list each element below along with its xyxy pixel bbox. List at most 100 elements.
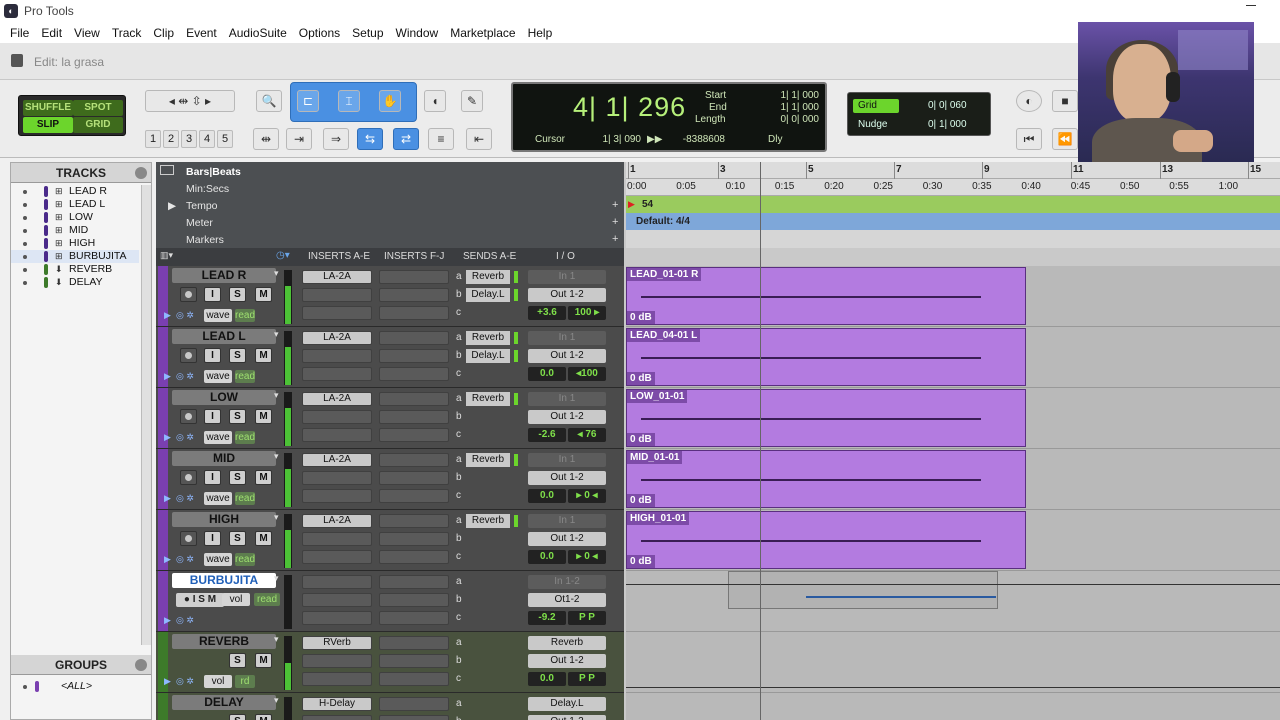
track-name[interactable]: LOW (172, 390, 276, 405)
send-slot[interactable]: c (454, 306, 518, 320)
menu-window[interactable]: Window (394, 26, 441, 40)
return-to-zero-icon[interactable]: ⏮ (1016, 128, 1042, 150)
menu-clip[interactable]: Clip (151, 26, 176, 40)
send-slot[interactable]: b Delay.L (454, 288, 518, 302)
track-lane[interactable] (626, 632, 1280, 693)
input-monitor-button[interactable]: I (204, 470, 221, 485)
track-lane[interactable]: LEAD_04-01 L 0 dB (626, 327, 1280, 388)
shuffle-mode-button[interactable]: SHUFFLE (23, 100, 73, 116)
insert-slot[interactable] (302, 715, 372, 720)
track-list-item[interactable]: ⊞ BURBUJITA (11, 250, 139, 263)
insert-slot[interactable] (302, 593, 372, 607)
track-list-item[interactable]: ⊞ LOW (11, 211, 139, 224)
track-visible-dot-icon[interactable] (23, 216, 27, 220)
track-view-selector[interactable]: wave (204, 492, 232, 505)
insert-slot-fj[interactable] (379, 489, 449, 503)
insert-slot-fj[interactable] (379, 349, 449, 363)
track-name[interactable]: DELAY (172, 695, 276, 710)
grabber-tool-icon[interactable]: ✋ (379, 90, 401, 112)
track-visible-dot-icon[interactable] (23, 242, 27, 246)
record-enable-button[interactable] (180, 348, 197, 363)
insert-slot[interactable] (302, 428, 372, 442)
input-selector[interactable]: Reverb (528, 636, 606, 650)
send-slot[interactable]: c (454, 428, 518, 442)
volume-display[interactable]: 0.0 (528, 672, 566, 686)
menu-help[interactable]: Help (526, 26, 555, 40)
send-slot[interactable]: c (454, 550, 518, 564)
add-marker-icon[interactable]: + (612, 233, 618, 245)
slip-mode-button[interactable]: SLIP (23, 117, 73, 133)
tempo-expand-icon[interactable]: ▶ (168, 200, 176, 212)
transport-stop-icon[interactable]: ◐ (1016, 90, 1042, 112)
track-menu-icon[interactable]: ▾ (274, 268, 279, 279)
insert-slot-fj[interactable] (379, 550, 449, 564)
track-view-selector[interactable]: vol (204, 675, 232, 688)
send-slot[interactable]: b (454, 593, 518, 607)
expand-icon[interactable]: ▶ (164, 371, 171, 382)
insert-slot-fj[interactable] (379, 428, 449, 442)
track-visible-dot-icon[interactable] (23, 190, 27, 194)
insert-slot[interactable]: LA-2A (302, 514, 372, 528)
track-menu-icon[interactable]: ▾ (274, 329, 279, 340)
track-name[interactable]: HIGH (172, 512, 276, 527)
solo-button[interactable]: S (229, 287, 246, 302)
input-monitor-button[interactable]: I (204, 409, 221, 424)
track-menu-icon[interactable]: ▾ (274, 634, 279, 645)
volume-display[interactable]: +3.6 (528, 306, 566, 320)
output-selector[interactable]: Out 1-2 (528, 715, 606, 720)
send-slot[interactable]: a Reverb (454, 514, 518, 528)
send-slot[interactable]: b (454, 532, 518, 546)
send-slot[interactable]: c (454, 611, 518, 625)
insert-slot-fj[interactable] (379, 654, 449, 668)
track-view-selector[interactable]: wave (204, 309, 232, 322)
send-slot[interactable]: b (454, 715, 518, 720)
zoom-preset-2[interactable]: 2 (163, 130, 179, 148)
insert-slot-fj[interactable] (379, 392, 449, 406)
selector-tool-icon[interactable]: ⌶ (338, 90, 360, 112)
rewind-icon[interactable]: ⏪ (1052, 128, 1078, 150)
input-monitor-button[interactable]: I (204, 531, 221, 546)
track-burbujita[interactable]: BURBUJITA ▾ ● I S M ▶ ◎ ✲ vol read a b c In 1-2 Ot1… (156, 571, 624, 632)
link-track-edit-icon[interactable]: ⇆ (357, 128, 383, 150)
insert-slot-fj[interactable] (379, 611, 449, 625)
input-selector[interactable]: In 1-2 (528, 575, 606, 589)
insert-slot[interactable]: RVerb (302, 636, 372, 650)
solo-button[interactable]: S (229, 409, 246, 424)
solo-button[interactable]: S (229, 531, 246, 546)
insert-slot-fj[interactable] (379, 636, 449, 650)
insert-slot[interactable] (302, 654, 372, 668)
track-menu-icon[interactable]: ▾ (274, 390, 279, 401)
track-lane[interactable]: HIGH_01-01 0 dB (626, 510, 1280, 571)
insert-slot[interactable]: LA-2A (302, 453, 372, 467)
track-visible-dot-icon[interactable] (23, 229, 27, 233)
menu-event[interactable]: Event (184, 26, 219, 40)
input-selector[interactable]: In 1 (528, 453, 606, 467)
solo-button[interactable]: S (229, 653, 246, 668)
track-visible-dot-icon[interactable] (23, 255, 27, 259)
menu-track[interactable]: Track (110, 26, 144, 40)
send-slot[interactable]: b (454, 471, 518, 485)
insert-slot-fj[interactable] (379, 288, 449, 302)
track-delay[interactable]: DELAY▾SMH-DelayabcDelay.LOut 1-2 (156, 693, 624, 720)
track-view-selector[interactable]: wave (204, 370, 232, 383)
track-list-item[interactable]: ⬇ REVERB (11, 263, 139, 276)
main-counter-value[interactable]: 4| 1| 296 (573, 92, 686, 123)
insert-slot-fj[interactable] (379, 672, 449, 686)
audio-clip[interactable]: HIGH_01-01 0 dB (626, 511, 1026, 569)
burbujita-clip[interactable] (728, 571, 998, 609)
input-monitor-button[interactable]: I (204, 348, 221, 363)
record-enable-icon[interactable]: ■ (1052, 90, 1078, 112)
insert-slot-fj[interactable] (379, 715, 449, 720)
output-selector[interactable]: Ot1-2 (528, 593, 606, 607)
track-lane[interactable]: LOW_01-01 0 dB (626, 388, 1280, 449)
insert-slot-fj[interactable] (379, 331, 449, 345)
insert-slot[interactable] (302, 611, 372, 625)
audio-clip[interactable]: LOW_01-01 0 dB (626, 389, 1026, 447)
zoom-preset-1[interactable]: 1 (145, 130, 161, 148)
insert-slot[interactable] (302, 575, 372, 589)
track-lane[interactable]: MID_01-01 0 dB (626, 449, 1280, 510)
mute-button[interactable]: M (255, 409, 272, 424)
zoom-controls[interactable]: ◂ ⇹ ⇳ ▸ (145, 90, 235, 112)
input-monitor-button[interactable]: I (204, 287, 221, 302)
insert-slot-fj[interactable] (379, 453, 449, 467)
